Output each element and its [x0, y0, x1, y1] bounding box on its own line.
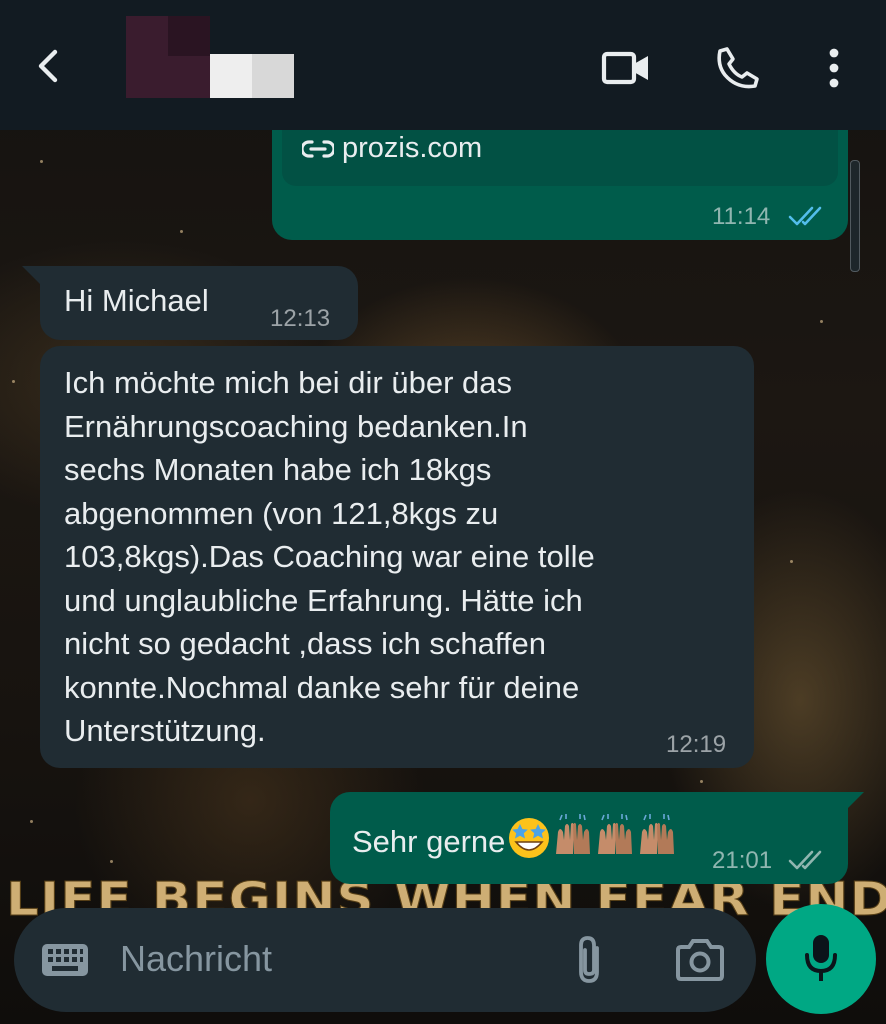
contact-name-redacted[interactable] [210, 54, 294, 98]
bubble-tail [846, 792, 864, 810]
chat-header [0, 0, 886, 130]
message-input[interactable]: Nachricht [120, 938, 272, 980]
raising-hands-emoji-icon [598, 814, 633, 854]
more-vertical-icon [829, 48, 839, 88]
read-receipt-icon [788, 206, 822, 226]
message-line: 103,8kgs).Das Coaching war eine tolle [64, 539, 595, 574]
back-button[interactable] [26, 44, 70, 88]
raising-hands-emoji-icon [556, 814, 591, 854]
message-text: Sehr gerne [352, 824, 506, 859]
star-struck-emoji-icon [509, 818, 550, 858]
camera-icon[interactable] [674, 938, 726, 982]
keyboard-icon[interactable] [40, 940, 90, 980]
message-text: Hi Michael [64, 283, 209, 318]
message-body: Ich möchte mich bei dir über das Ernähru… [64, 361, 595, 753]
link-icon [302, 139, 334, 158]
message-line: Ich möchte mich bei dir über das [64, 365, 512, 400]
paperclip-icon[interactable] [568, 934, 612, 986]
message-time: 12:13 [270, 305, 331, 332]
message-time: 11:14 [712, 203, 771, 230]
message-line: Unterstützung. [64, 713, 266, 748]
message-line: nicht so gedacht ,dass ich schaffen [64, 626, 546, 661]
bubble-tail [22, 266, 40, 284]
message-line: und unglaubliche Erfahrung. Hätte ich [64, 582, 583, 618]
message-composer[interactable]: Nachricht [14, 908, 756, 1012]
more-options-button[interactable] [806, 40, 862, 96]
message-body: Sehr gerne [352, 814, 678, 864]
message-line: abgenommen (von 121,8kgs zu [64, 495, 499, 531]
scrollbar[interactable] [850, 160, 860, 272]
message-bubble-incoming[interactable]: Hi Michael 12:13 [40, 266, 358, 340]
link-row[interactable]: prozis.com [302, 132, 482, 165]
voice-call-button[interactable] [710, 40, 766, 96]
message-time: 21:01 [712, 847, 773, 874]
message-line: konnte.Nochmal danke sehr für deine [64, 669, 580, 705]
delivered-receipt-icon [788, 850, 822, 870]
phone-icon [717, 47, 759, 89]
raising-hands-emoji-icon [640, 814, 675, 854]
video-call-button[interactable] [598, 40, 654, 96]
link-text[interactable]: prozis.com [342, 132, 482, 165]
arrow-left-icon [38, 49, 58, 83]
message-line: sechs Monaten habe ich 18kgs [64, 452, 492, 487]
voice-message-button[interactable] [766, 904, 876, 1014]
message-time: 12:19 [666, 731, 727, 758]
video-camera-icon [601, 51, 648, 85]
message-bubble-incoming[interactable]: Ich möchte mich bei dir über das Ernähru… [40, 346, 754, 768]
message-line: Ernährungscoaching bedanken.In [64, 408, 528, 444]
microphone-icon [805, 935, 837, 981]
avatar[interactable] [126, 16, 210, 98]
message-bubble-outgoing[interactable]: Sehr gerne 21:01 [330, 792, 848, 884]
